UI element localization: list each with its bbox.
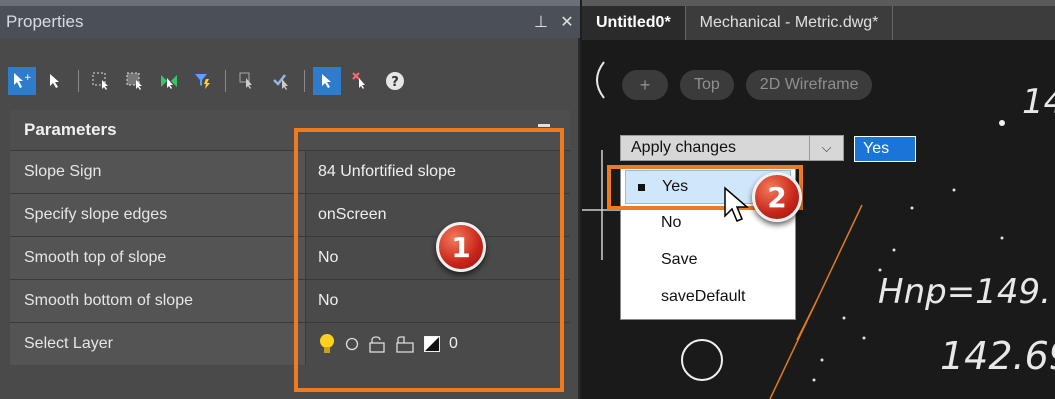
highlight-box-values — [294, 128, 564, 392]
properties-title: Properties — [6, 12, 84, 31]
view-cube-button[interactable]: Top — [680, 70, 734, 100]
mouse-cursor-icon — [724, 186, 750, 222]
toolbar-separator — [304, 70, 305, 92]
apply-changes-dropdown[interactable]: Apply changes ⌵ — [620, 135, 844, 161]
callout-badge-2: 2 — [752, 172, 802, 222]
callout-badge-1: 1 — [436, 222, 486, 272]
apply-changes-label: Apply changes — [631, 139, 736, 156]
toolbar-separator — [225, 70, 226, 92]
property-label: Smooth top of slope — [10, 237, 306, 279]
chevron-down-icon[interactable]: ⌵ — [809, 136, 843, 160]
deselect-icon[interactable] — [347, 67, 375, 95]
visual-style-button[interactable]: 2D Wireframe — [745, 70, 873, 100]
drawing-text-14: 14 — [1022, 82, 1055, 122]
viewport-controls: + Top 2D Wireframe — [622, 70, 873, 100]
option-savedefault[interactable]: saveDefault — [621, 278, 795, 315]
section-title: Parameters — [24, 120, 117, 139]
crossing-select-icon[interactable] — [121, 67, 149, 95]
svg-text:?: ? — [391, 75, 399, 90]
option-label: saveDefault — [661, 287, 746, 305]
quick-select-icon[interactable] — [155, 67, 183, 95]
property-label: Specify slope edges — [10, 194, 306, 236]
check-select-icon[interactable] — [268, 67, 296, 95]
close-icon[interactable]: ✕ — [554, 12, 580, 32]
help-icon[interactable]: ? — [381, 67, 409, 95]
properties-titlebar[interactable]: Properties ⊥ ✕ — [0, 0, 580, 38]
pin-icon[interactable]: ⊥ — [528, 12, 554, 32]
filter-icon[interactable] — [189, 67, 217, 95]
property-label: Smooth bottom of slope — [10, 280, 306, 322]
properties-palette: Properties ⊥ ✕ + ? Parameters Slope Sign… — [0, 0, 580, 399]
property-label: Select Layer — [10, 323, 306, 365]
current-option-yes[interactable]: Yes — [854, 136, 916, 162]
property-label: Slope Sign — [10, 151, 306, 193]
drawing-text-hnp: Hnp=149. — [878, 272, 1051, 312]
svg-text:+: + — [24, 73, 32, 83]
toolbar-separator — [78, 70, 79, 92]
properties-toolbar: + ? — [8, 58, 568, 104]
viewport-menu-button[interactable]: + — [622, 70, 668, 100]
option-save[interactable]: Save — [621, 241, 795, 278]
window-select-icon[interactable] — [87, 67, 115, 95]
option-label: No — [661, 213, 682, 231]
select-similar-icon[interactable] — [234, 67, 262, 95]
drawing-text-elevation: 142.69 — [940, 334, 1055, 378]
select-objects-icon[interactable] — [42, 67, 70, 95]
collapse-icon[interactable] — [538, 124, 550, 127]
pickbox-icon[interactable] — [313, 67, 341, 95]
add-to-selection-icon[interactable]: + — [8, 67, 36, 95]
option-label: Save — [661, 250, 698, 268]
